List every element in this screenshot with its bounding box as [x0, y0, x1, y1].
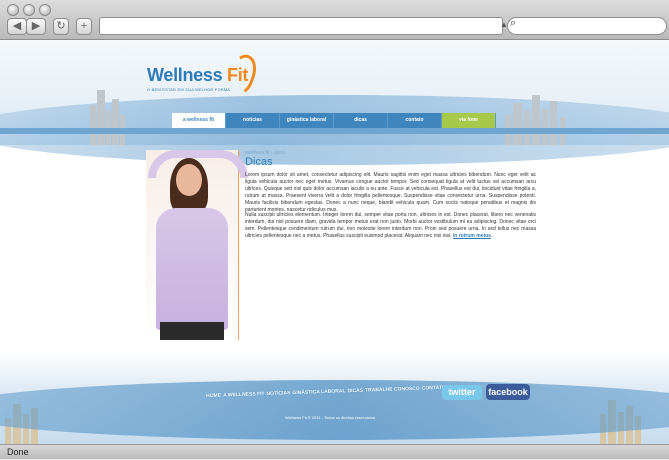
- reload-icon: ↻: [56, 20, 66, 32]
- logo-word-wellness: Wellness: [147, 65, 223, 85]
- nav-shelf: [0, 128, 669, 134]
- photo-shirt: [156, 208, 228, 330]
- minimize-window-button[interactable]: [23, 4, 35, 16]
- footer-link-dicas[interactable]: Dicas: [347, 388, 363, 395]
- building: [542, 109, 548, 145]
- building: [550, 101, 557, 145]
- status-bar: Done: [0, 444, 669, 459]
- nav-item-dicas[interactable]: dicas: [334, 113, 388, 128]
- nav-item-contato[interactable]: contato: [388, 113, 442, 128]
- search-input[interactable]: [507, 17, 667, 35]
- paragraph-2-link[interactable]: in rutrum metus: [453, 233, 491, 239]
- add-bookmark-button[interactable]: +: [76, 18, 92, 35]
- paragraph-2: Nulla suscipit ultricies elementum. Inte…: [245, 212, 536, 239]
- building: [90, 105, 96, 145]
- forward-button[interactable]: ▶: [26, 18, 46, 35]
- main-nav: a wellness fit notícias ginástica labora…: [172, 113, 496, 128]
- building: [112, 99, 119, 145]
- building: [97, 90, 105, 145]
- nav-item-noticias[interactable]: notícias: [226, 113, 280, 128]
- plus-icon: +: [80, 20, 88, 32]
- photo-face: [176, 164, 202, 196]
- back-arrow-icon: ◀: [12, 20, 22, 32]
- address-bar[interactable]: [99, 17, 503, 35]
- paragraph-1: Lorem ipsum dolor sit amet, consectetur …: [245, 172, 536, 213]
- copyright: Wellness Fit © 2011 - Todos os direitos …: [285, 415, 376, 420]
- browser-toolbar: ◀ ▶ ↻ + ▲ ⌕: [0, 0, 669, 40]
- paragraph-2-text: Nulla suscipit ultricies elementum. Inte…: [245, 212, 536, 239]
- footer-link-noticias[interactable]: Notícias: [266, 390, 290, 397]
- search-icon[interactable]: ⌕: [510, 17, 516, 30]
- building: [513, 103, 522, 145]
- nav-item-a-wellness-fit[interactable]: a wellness fit: [172, 113, 226, 128]
- photo-pants: [160, 322, 224, 340]
- nav-item-via-fone[interactable]: via fone: [442, 113, 496, 128]
- nav-item-ginastica-laboral[interactable]: ginástica laboral: [280, 113, 334, 128]
- zoom-window-button[interactable]: [39, 4, 51, 16]
- window-controls: [7, 4, 51, 16]
- twitter-button[interactable]: twitter: [442, 385, 482, 400]
- building: [532, 95, 540, 145]
- footer-link-home[interactable]: Home: [206, 393, 221, 400]
- back-button[interactable]: ◀: [7, 18, 27, 35]
- forward-arrow-icon: ▶: [31, 20, 41, 32]
- web-page: Wellness Fit O BEM ESTAR EM SUA MELHOR F…: [0, 40, 669, 444]
- facebook-button[interactable]: facebook: [486, 384, 530, 400]
- woman-photo: [146, 150, 248, 340]
- close-window-button[interactable]: [7, 4, 19, 16]
- reload-button[interactable]: ↻: [53, 18, 69, 35]
- page-title: Dicas: [245, 156, 273, 168]
